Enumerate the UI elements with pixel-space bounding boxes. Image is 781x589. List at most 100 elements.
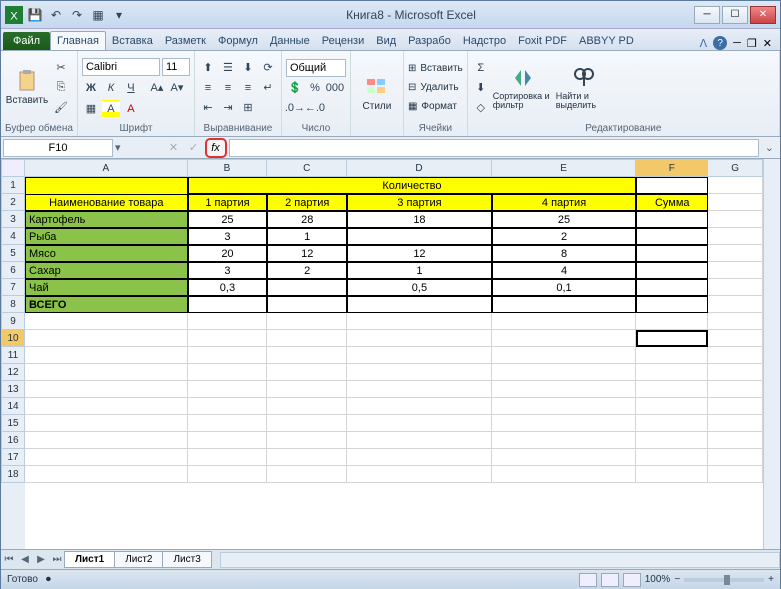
row-header[interactable]: 17 — [1, 449, 25, 466]
cell[interactable] — [708, 330, 763, 347]
help-icon[interactable]: ? — [713, 36, 727, 50]
cell[interactable] — [347, 415, 492, 432]
format-painter-icon[interactable]: 🖌 — [52, 99, 70, 117]
zoom-slider[interactable] — [684, 578, 764, 582]
cell[interactable] — [25, 330, 188, 347]
styles-button[interactable]: Стили — [355, 53, 399, 133]
cell[interactable] — [636, 466, 708, 483]
cell[interactable]: 20 — [188, 245, 268, 262]
cell[interactable] — [492, 466, 637, 483]
cell[interactable] — [708, 245, 763, 262]
cell[interactable] — [188, 313, 268, 330]
cell[interactable] — [25, 432, 188, 449]
decrease-decimal-icon[interactable]: ←.0 — [306, 99, 324, 117]
currency-icon[interactable]: 💲 — [286, 79, 304, 97]
cell[interactable] — [708, 262, 763, 279]
col-header[interactable]: C — [267, 159, 347, 177]
row-header[interactable]: 3 — [1, 211, 25, 228]
cell[interactable] — [25, 364, 188, 381]
row-header[interactable]: 4 — [1, 228, 25, 245]
cell[interactable] — [492, 381, 637, 398]
row-header[interactable]: 8 — [1, 296, 25, 313]
cell[interactable]: 2 — [267, 262, 347, 279]
mdi-restore-icon[interactable]: ❐ — [747, 37, 757, 50]
align-top-icon[interactable]: ⬆ — [199, 59, 217, 77]
maximize-button[interactable]: ☐ — [722, 6, 748, 24]
fill-icon[interactable]: ⬇ — [472, 79, 490, 97]
cell[interactable]: 2 — [492, 228, 637, 245]
cell[interactable] — [708, 381, 763, 398]
row-header[interactable]: 6 — [1, 262, 25, 279]
cell[interactable] — [492, 313, 637, 330]
cell[interactable] — [636, 211, 708, 228]
row-header[interactable]: 14 — [1, 398, 25, 415]
cell[interactable]: 12 — [267, 245, 347, 262]
horizontal-scrollbar[interactable] — [220, 552, 780, 568]
cell[interactable] — [347, 330, 492, 347]
number-format-select[interactable] — [286, 59, 346, 77]
cell[interactable] — [347, 381, 492, 398]
cell[interactable] — [25, 466, 188, 483]
cell[interactable]: 8 — [492, 245, 637, 262]
tab-home[interactable]: Главная — [50, 31, 106, 50]
cell[interactable] — [636, 177, 708, 194]
namebox-dropdown-icon[interactable]: ▾ — [115, 141, 121, 154]
cell[interactable]: Сумма — [636, 194, 708, 211]
close-button[interactable]: ✕ — [750, 6, 776, 24]
redo-icon[interactable]: ↷ — [68, 6, 86, 24]
cell[interactable] — [708, 466, 763, 483]
cell[interactable]: 2 партия — [267, 194, 347, 211]
cell[interactable] — [636, 313, 708, 330]
cell[interactable] — [188, 398, 268, 415]
col-header[interactable]: D — [347, 159, 492, 177]
cell[interactable] — [492, 449, 637, 466]
cell[interactable] — [708, 347, 763, 364]
font-color-icon[interactable]: A — [122, 100, 140, 118]
cell[interactable] — [25, 381, 188, 398]
cell[interactable] — [188, 381, 268, 398]
cell[interactable] — [25, 415, 188, 432]
cell[interactable] — [636, 245, 708, 262]
insert-function-button[interactable]: fx — [205, 138, 227, 158]
minimize-button[interactable]: ─ — [694, 6, 720, 24]
cell[interactable] — [492, 432, 637, 449]
row-header[interactable]: 2 — [1, 194, 25, 211]
page-layout-view-icon[interactable] — [601, 573, 619, 587]
cell[interactable] — [188, 330, 268, 347]
cell[interactable] — [267, 415, 347, 432]
tab-abbyy[interactable]: ABBYY PD — [573, 32, 640, 50]
cell[interactable] — [636, 381, 708, 398]
mdi-minimize-icon[interactable]: ─ — [733, 37, 741, 49]
cell[interactable] — [636, 228, 708, 245]
font-name-select[interactable] — [82, 58, 160, 76]
tab-layout[interactable]: Разметк — [159, 32, 212, 50]
mdi-close-icon[interactable]: ✕ — [763, 37, 772, 50]
cell[interactable] — [492, 347, 637, 364]
tab-developer[interactable]: Разрабо — [402, 32, 457, 50]
cell[interactable] — [636, 364, 708, 381]
row-header[interactable]: 5 — [1, 245, 25, 262]
orientation-icon[interactable]: ⟳ — [259, 59, 277, 77]
fill-color-icon[interactable]: A — [102, 100, 120, 118]
cell[interactable] — [188, 466, 268, 483]
increase-font-icon[interactable]: A▴ — [148, 79, 166, 97]
cell[interactable]: Мясо — [25, 245, 188, 262]
cell[interactable] — [347, 347, 492, 364]
cell[interactable] — [188, 364, 268, 381]
col-header[interactable]: B — [188, 159, 268, 177]
cell[interactable] — [636, 296, 708, 313]
cell[interactable] — [188, 432, 268, 449]
cell[interactable] — [492, 364, 637, 381]
cell[interactable] — [636, 347, 708, 364]
cell[interactable] — [708, 364, 763, 381]
cell[interactable]: 12 — [347, 245, 492, 262]
cell[interactable] — [708, 415, 763, 432]
cell[interactable] — [347, 398, 492, 415]
italic-button[interactable]: К — [102, 79, 120, 97]
worksheet-grid[interactable]: 1 2 3 4 5 6 7 8 9 10 11 12 13 14 15 16 1… — [1, 159, 780, 549]
cell[interactable]: Наименование товара — [25, 194, 188, 211]
cell[interactable] — [708, 194, 763, 211]
col-header[interactable]: F — [636, 159, 708, 177]
cell[interactable] — [492, 398, 637, 415]
row-header[interactable]: 10 — [1, 330, 25, 347]
